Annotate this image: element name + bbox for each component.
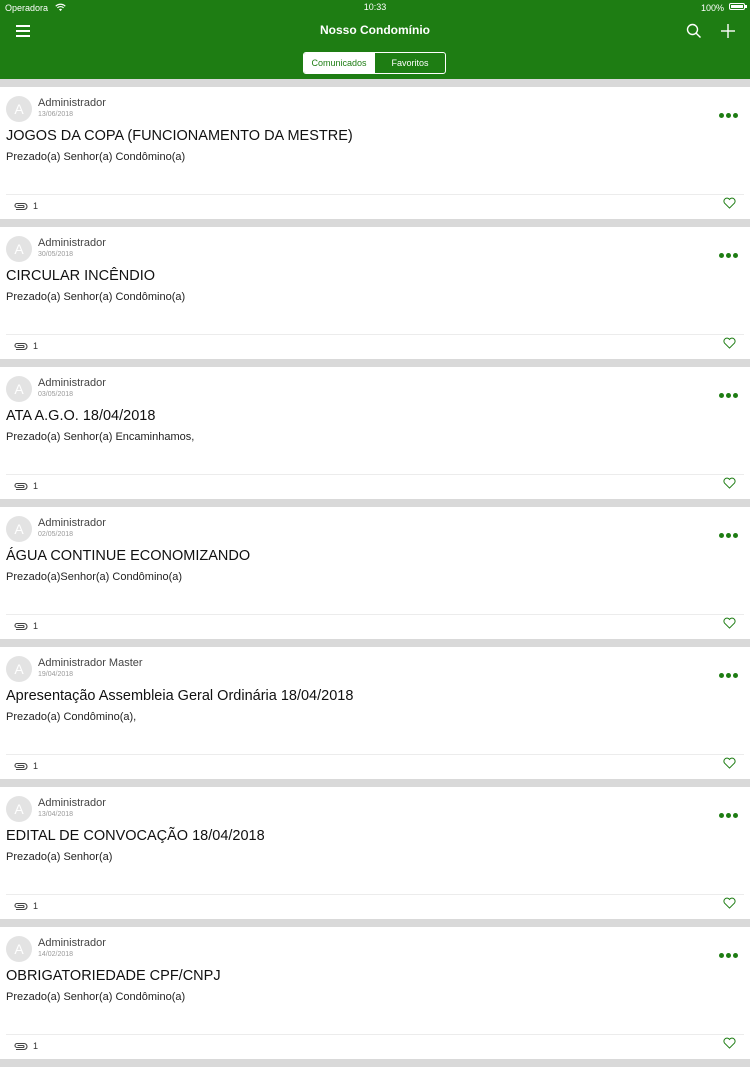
more-icon[interactable] (719, 665, 741, 678)
attachment-icon (14, 202, 28, 211)
post-date: 30/05/2018 (38, 251, 74, 258)
more-icon[interactable] (719, 945, 741, 958)
post-title: ATA A.G.O. 18/04/2018 (6, 408, 156, 424)
author-name: Administrador Master (38, 657, 143, 669)
post-card[interactable]: A Administrador 02/05/2018 ÁGUA CONTINUE… (0, 507, 750, 639)
attachment-icon (14, 342, 28, 351)
post-title: Apresentação Assembleia Geral Ordinária … (6, 688, 354, 704)
post-date: 03/05/2018 (38, 391, 74, 398)
post-card[interactable]: A Administrador Master 19/04/2018 Aprese… (0, 647, 750, 779)
post-card[interactable]: A Administrador 13/06/2018 JOGOS DA COPA… (0, 87, 750, 219)
post-preview: Prezado(a)Senhor(a) Condômino(a) (6, 571, 183, 583)
post-date: 19/04/2018 (38, 671, 74, 678)
heart-icon[interactable] (723, 757, 736, 769)
avatar: A (6, 796, 32, 822)
post-date: 13/06/2018 (38, 111, 74, 118)
divider (6, 614, 744, 615)
attachment-icon (14, 1042, 28, 1051)
attachment-count: 1 (33, 481, 39, 491)
author-name: Administrador (38, 237, 106, 249)
post-date: 14/02/2018 (38, 951, 74, 958)
avatar: A (6, 96, 32, 122)
avatar: A (6, 936, 32, 962)
tab-comunicados[interactable]: Comunicados (304, 53, 374, 73)
avatar: A (6, 516, 32, 542)
heart-icon[interactable] (723, 337, 736, 349)
post-preview: Prezado(a) Condômino(a), (6, 711, 137, 723)
attachment-count: 1 (33, 621, 39, 631)
author-name: Administrador (38, 377, 106, 389)
battery-percent: 100% (700, 3, 724, 13)
post-title: OBRIGATORIEDADE CPF/CNPJ (6, 968, 221, 984)
app-header: Operadora 10:33 100% Nosso Condomínio Co… (0, 0, 750, 79)
post-date: 13/04/2018 (38, 811, 74, 818)
clock: 10:33 (363, 2, 387, 12)
divider (6, 474, 744, 475)
attachment-icon (14, 762, 28, 771)
page-title: Nosso Condomínio (320, 23, 430, 37)
more-icon[interactable] (719, 805, 741, 818)
attachment-count: 1 (33, 1041, 39, 1051)
divider (6, 194, 744, 195)
post-preview: Prezado(a) Senhor(a) Encaminhamos, (6, 431, 195, 443)
post-title: EDITAL DE CONVOCAÇÃO 18/04/2018 (6, 828, 265, 844)
more-icon[interactable] (719, 105, 741, 118)
heart-icon[interactable] (723, 197, 736, 209)
author-name: Administrador (38, 517, 106, 529)
heart-icon[interactable] (723, 1037, 736, 1049)
post-card[interactable]: A Administrador 13/04/2018 EDITAL DE CON… (0, 787, 750, 919)
post-feed: A Administrador 13/06/2018 JOGOS DA COPA… (0, 87, 750, 1067)
heart-icon[interactable] (723, 897, 736, 909)
post-title: JOGOS DA COPA (FUNCIONAMENTO DA MESTRE) (6, 128, 353, 144)
post-card[interactable]: A Administrador 30/05/2018 CIRCULAR INCÊ… (0, 227, 750, 359)
tab-switcher: Comunicados Favoritos (303, 52, 446, 74)
divider (6, 1034, 744, 1035)
attachment-count: 1 (33, 761, 39, 771)
attachment-icon (14, 482, 28, 491)
post-preview: Prezado(a) Senhor(a) Condômino(a) (6, 991, 186, 1003)
more-icon[interactable] (719, 385, 741, 398)
post-date: 02/05/2018 (38, 531, 74, 538)
avatar: A (6, 656, 32, 682)
divider (6, 894, 744, 895)
avatar: A (6, 236, 32, 262)
post-preview: Prezado(a) Senhor(a) (6, 851, 113, 863)
post-title: CIRCULAR INCÊNDIO (6, 268, 156, 284)
status-bar: Operadora 10:33 100% (0, 0, 750, 16)
author-name: Administrador (38, 797, 106, 809)
post-title: ÁGUA CONTINUE ECONOMIZANDO (6, 548, 251, 564)
heart-icon[interactable] (723, 617, 736, 629)
attachment-icon (14, 902, 28, 911)
heart-icon[interactable] (723, 477, 736, 489)
more-icon[interactable] (719, 245, 741, 258)
attachment-count: 1 (33, 341, 39, 351)
divider (6, 334, 744, 335)
divider (6, 754, 744, 755)
author-name: Administrador (38, 937, 106, 949)
author-name: Administrador (38, 97, 106, 109)
battery-icon (729, 3, 747, 10)
search-icon[interactable] (686, 23, 702, 39)
attachment-count: 1 (33, 901, 39, 911)
add-icon[interactable] (720, 23, 736, 39)
attachment-icon (14, 622, 28, 631)
tab-favoritos[interactable]: Favoritos (374, 53, 445, 73)
more-icon[interactable] (719, 525, 741, 538)
post-card[interactable]: A Administrador 03/05/2018 ATA A.G.O. 18… (0, 367, 750, 499)
post-card[interactable]: A Administrador 14/02/2018 OBRIGATORIEDA… (0, 927, 750, 1059)
avatar: A (6, 376, 32, 402)
post-preview: Prezado(a) Senhor(a) Condômino(a) (6, 291, 186, 303)
attachment-count: 1 (33, 201, 39, 211)
post-preview: Prezado(a) Senhor(a) Condômino(a) (6, 151, 186, 163)
